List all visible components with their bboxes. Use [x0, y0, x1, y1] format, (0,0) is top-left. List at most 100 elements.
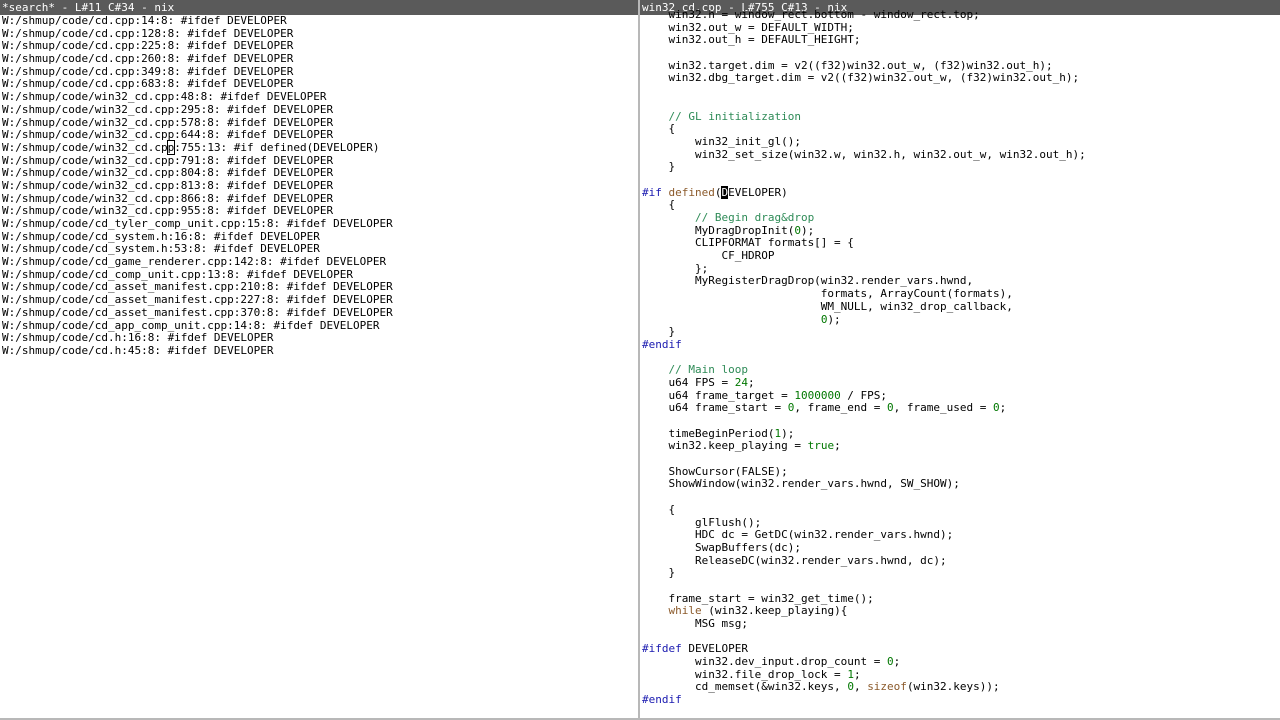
- search-result-line[interactable]: W:/shmup/code/win32_cd.cpp:48:8: #ifdef …: [0, 90, 638, 104]
- code-token: CLIPFORMAT formats[] = {: [642, 236, 854, 250]
- code-token: #endif: [642, 693, 682, 707]
- code-line[interactable]: ShowWindow(win32.render_vars.hwnd, SW_SH…: [640, 478, 1280, 491]
- code-line[interactable]: #endif: [640, 693, 1280, 707]
- code-token: true: [807, 439, 835, 453]
- code-token: ReleaseDC(win32.render_vars.hwnd, dc);: [642, 553, 947, 567]
- code-line[interactable]: // GL initialization: [640, 109, 1280, 124]
- code-token: ;: [893, 655, 901, 669]
- search-result-line[interactable]: W:/shmup/code/cd.h:16:8: #ifdef DEVELOPE…: [0, 331, 638, 345]
- code-token: u64 frame_target =: [642, 388, 795, 402]
- search-result-line[interactable]: W:/shmup/code/cd_asset_manifest.cpp:370:…: [0, 306, 638, 320]
- code-token: 0: [794, 223, 801, 237]
- code-token: win32.target.dim = v2((f32)win32.out_w, …: [642, 58, 1053, 72]
- code-token: win32_set_size(win32.w, win32.h, win32.o…: [642, 147, 1086, 161]
- search-results-list[interactable]: W:/shmup/code/cd.cpp:14:8: #ifdef DEVELO…: [0, 14, 638, 358]
- code-line[interactable]: [640, 491, 1280, 504]
- search-result-line[interactable]: W:/shmup/code/cd.h:45:8: #ifdef DEVELOPE…: [0, 344, 638, 358]
- code-token: 1000000: [794, 388, 841, 402]
- search-result-line[interactable]: W:/shmup/code/win32_cd.cpp:295:8: #ifdef…: [0, 103, 638, 117]
- code-token: }: [642, 160, 676, 174]
- code-line[interactable]: #if defined(DEVELOPER): [640, 185, 1280, 200]
- code-token: {: [642, 198, 676, 212]
- code-line[interactable]: [640, 85, 1280, 98]
- code-token: / FPS;: [840, 388, 888, 402]
- code-token: ;: [999, 401, 1007, 415]
- code-line[interactable]: }: [640, 160, 1280, 174]
- code-token: 0: [887, 655, 894, 669]
- code-token: MyDragDropInit(: [642, 223, 795, 237]
- code-token: ;: [853, 667, 861, 681]
- search-result-line[interactable]: W:/shmup/code/cd.cpp:14:8: #ifdef DEVELO…: [0, 14, 638, 28]
- code-token: cd_memset(&win32.keys,: [642, 680, 848, 694]
- code-token: ;: [747, 375, 755, 389]
- code-line[interactable]: }: [640, 325, 1280, 339]
- code-token: 1: [847, 667, 854, 681]
- code-line[interactable]: win32.keep_playing = true;: [640, 440, 1280, 453]
- code-token: }: [642, 325, 676, 339]
- code-token: // Begin drag&drop: [642, 211, 815, 224]
- code-token: win32_init_gl();: [642, 134, 801, 148]
- code-token: , frame_end =: [794, 401, 888, 415]
- code-token: };: [642, 261, 709, 275]
- search-result-line[interactable]: W:/shmup/code/win32_cd.cpp:813:8: #ifdef…: [0, 179, 638, 193]
- code-line[interactable]: cd_memset(&win32.keys, 0, sizeof(win32.k…: [640, 681, 1280, 694]
- search-result-text: :755:13: #if defined(DEVELOPER): [174, 140, 380, 154]
- code-line[interactable]: #endif: [640, 337, 1280, 352]
- code-token: sizeof: [867, 680, 907, 694]
- code-token: win32.h = window_rect.bottom - window_re…: [642, 8, 980, 21]
- code-token: DEVELOPER: [688, 642, 748, 656]
- code-line[interactable]: ReleaseDC(win32.render_vars.hwnd, dc);: [640, 553, 1280, 568]
- code-token: u64 FPS =: [642, 375, 735, 389]
- code-token: #if: [642, 185, 669, 199]
- code-line[interactable]: win32.dbg_target.dim = v2((f32)win32.out…: [640, 72, 1280, 85]
- code-token: (win32.keep_playing){: [701, 604, 848, 618]
- code-token: win32.out_h = DEFAULT_HEIGHT;: [642, 33, 861, 47]
- code-editor-pane[interactable]: win32_cd.cpp - L#755 C#13 - nix win32.h …: [640, 0, 1280, 720]
- code-line[interactable]: u64 frame_start = 0, frame_end = 0, fram…: [640, 401, 1280, 415]
- code-editor-buffer[interactable]: win32.h = window_rect.bottom - window_re…: [640, 8, 1280, 707]
- code-token: ShowWindow(win32.render_vars.hwnd, SW_SH…: [642, 477, 960, 491]
- search-result-line[interactable]: W:/shmup/code/cd_tyler_comp_unit.cpp:15:…: [0, 217, 638, 231]
- code-token: 0: [887, 401, 894, 415]
- search-result-line[interactable]: W:/shmup/code/cd_asset_manifest.cpp:227:…: [0, 293, 638, 307]
- code-token: ;: [834, 439, 841, 453]
- code-token: timeBeginPeriod(: [642, 426, 775, 440]
- code-token: 0: [847, 680, 854, 694]
- search-result-text: W:/shmup/code/win32_cd.cp: [2, 140, 168, 154]
- code-token: win32.file_drop_lock =: [642, 667, 848, 681]
- code-token: {: [642, 502, 676, 516]
- code-token: win32.keep_playing =: [642, 439, 808, 453]
- code-token: // GL initialization: [642, 109, 801, 123]
- code-line[interactable]: CF_HDROP: [640, 249, 1280, 263]
- code-token: );: [800, 223, 815, 237]
- code-token: win32.dbg_target.dim = v2((f32)win32.out…: [642, 71, 1080, 85]
- code-token: (win32.keys));: [906, 680, 1000, 694]
- search-result-line[interactable]: W:/shmup/code/cd_game_renderer.cpp:142:8…: [0, 255, 638, 269]
- code-token: #ifdef: [642, 642, 689, 656]
- code-token: WM_NULL, win32_drop_callback,: [642, 299, 1013, 313]
- code-token: CF_HDROP: [642, 249, 775, 263]
- code-token: MyRegisterDragDrop(win32.render_vars.hwn…: [642, 274, 974, 288]
- code-line[interactable]: 0);: [640, 313, 1280, 327]
- code-token: , frame_used =: [893, 401, 994, 415]
- search-result-line[interactable]: W:/shmup/code/cd.cpp:260:8: #ifdef DEVEL…: [0, 52, 638, 66]
- code-line[interactable]: win32_set_size(win32.w, win32.h, win32.o…: [640, 147, 1280, 162]
- code-token: }: [642, 566, 676, 580]
- search-results-pane[interactable]: *search* - L#11 C#34 - nix W:/shmup/code…: [0, 0, 640, 720]
- code-token: #endif: [642, 337, 682, 351]
- search-pane-titlebar: *search* - L#11 C#34 - nix: [0, 0, 638, 15]
- code-token: EVELOPER): [728, 185, 788, 199]
- code-line[interactable]: win32.out_h = DEFAULT_HEIGHT;: [640, 34, 1280, 47]
- code-token: glFlush();: [642, 515, 762, 529]
- code-token: defined: [668, 185, 715, 199]
- code-token: {: [642, 122, 676, 136]
- search-result-line[interactable]: W:/shmup/code/win32_cd.cpp:755:13: #if d…: [0, 139, 638, 155]
- code-line[interactable]: MSG msg;: [640, 617, 1280, 631]
- code-token: win32.out_w = DEFAULT_WIDTH;: [642, 20, 854, 34]
- code-token: while: [668, 604, 702, 618]
- code-line[interactable]: }: [640, 566, 1280, 580]
- code-token: // Main loop: [642, 363, 748, 377]
- code-token: ShowCursor(FALSE);: [642, 464, 788, 478]
